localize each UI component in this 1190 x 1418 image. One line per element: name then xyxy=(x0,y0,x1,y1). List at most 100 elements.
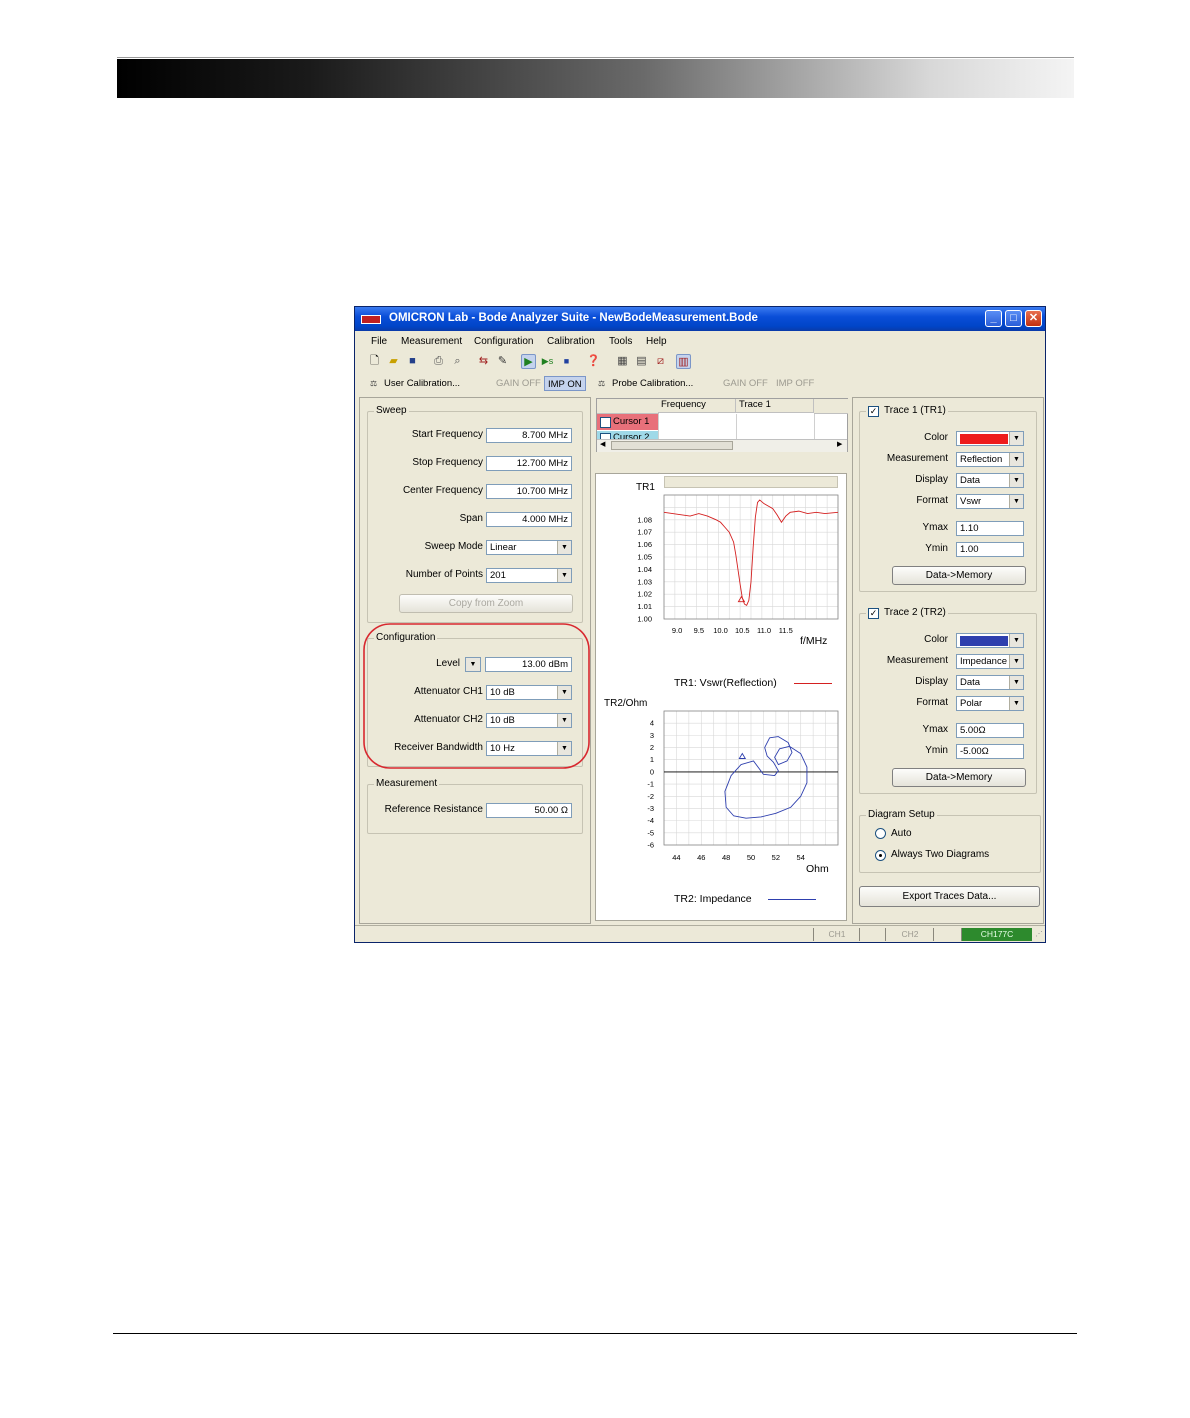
y-tick-label: -6 xyxy=(647,841,654,850)
trace1-checkbox[interactable]: ✓ xyxy=(868,406,879,417)
cursor1-row[interactable]: Cursor 1 xyxy=(597,414,658,430)
status-ch1: CH1 xyxy=(813,928,860,941)
print-icon[interactable]: ⎙ xyxy=(431,354,446,369)
trace2-display-select[interactable]: Data ▼ xyxy=(956,675,1024,690)
calibration-bar: ⚖ User Calibration... GAIN OFF IMP ON ⚖ … xyxy=(355,374,1045,394)
y-tick-label: 1 xyxy=(650,755,654,764)
trace2-color-select[interactable]: ▼ xyxy=(956,633,1024,648)
chevron-down-icon[interactable]: ▼ xyxy=(1009,655,1023,668)
chevron-down-icon[interactable]: ▼ xyxy=(1009,634,1023,647)
horizontal-scrollbar[interactable]: ◀ ▶ xyxy=(597,439,847,452)
chevron-down-icon[interactable]: ▼ xyxy=(1009,697,1023,710)
center-frequency-input[interactable]: 10.700 MHz xyxy=(486,484,572,499)
menu-configuration[interactable]: Configuration xyxy=(474,336,533,347)
chart-icon-2[interactable]: ▥ xyxy=(676,354,691,369)
minimize-icon[interactable]: _ xyxy=(985,310,1002,327)
stop-icon[interactable]: ■ xyxy=(559,354,574,369)
connect-icon[interactable]: ⇆ xyxy=(476,354,491,369)
frequency-column-header[interactable]: Frequency xyxy=(658,399,736,413)
new-file-icon[interactable]: 🗋 xyxy=(367,354,382,369)
scroll-right-icon[interactable]: ▶ xyxy=(837,440,842,448)
auto-radio[interactable] xyxy=(875,828,886,839)
chevron-down-icon[interactable]: ▼ xyxy=(1009,676,1023,689)
user-calibration-button[interactable]: User Calibration... xyxy=(381,376,463,391)
trace2-format-select[interactable]: Polar ▼ xyxy=(956,696,1024,711)
menu-measurement[interactable]: Measurement xyxy=(401,336,462,347)
trace1-data-to-memory-button[interactable]: Data->Memory xyxy=(892,566,1026,585)
trace1-display-value: Data xyxy=(960,475,981,486)
chevron-down-icon[interactable]: ▼ xyxy=(557,569,571,582)
span-input[interactable]: 4.000 MHz xyxy=(486,512,572,527)
menu-file[interactable]: File xyxy=(371,336,387,347)
trace1-ymin-input[interactable]: 1.00 xyxy=(956,542,1024,557)
chevron-down-icon[interactable]: ▼ xyxy=(1009,495,1023,508)
two-diagrams-radio[interactable] xyxy=(875,850,886,861)
measurement-group: Measurement Reference Resistance 50.00 Ω xyxy=(367,778,583,834)
save-icon[interactable]: ■ xyxy=(405,354,420,369)
menu-help[interactable]: Help xyxy=(646,336,667,347)
layout-icon-2[interactable]: ▤ xyxy=(634,354,649,369)
sweep-mode-select[interactable]: Linear ▼ xyxy=(486,540,572,555)
trace1-measurement-select[interactable]: Reflection ▼ xyxy=(956,452,1024,467)
x-axis-label: Ohm xyxy=(806,863,829,875)
cal-icon: ⚖ xyxy=(370,379,378,388)
single-sweep-icon[interactable]: ▶s xyxy=(540,354,555,369)
print-preview-icon[interactable]: ⌕ xyxy=(450,354,465,369)
x-tick-label: 10.0 xyxy=(713,626,728,635)
copy-from-zoom-button[interactable]: Copy from Zoom xyxy=(399,594,573,613)
trace2-ymin-input[interactable]: -5.00Ω xyxy=(956,744,1024,759)
diagram-setup-title: Diagram Setup xyxy=(866,809,937,820)
close-icon[interactable]: ✕ xyxy=(1025,310,1042,327)
gain-off-button-2[interactable]: GAIN OFF xyxy=(720,376,771,391)
x-tick-label: 46 xyxy=(697,853,705,862)
gain-off-button[interactable]: GAIN OFF xyxy=(493,376,544,391)
trace1-format-select[interactable]: Vswr ▼ xyxy=(956,494,1024,509)
help-icon[interactable]: ❓ xyxy=(586,354,601,369)
reference-resistance-input[interactable]: 50.00 Ω xyxy=(486,803,572,818)
x-tick-label: 52 xyxy=(772,853,780,862)
scroll-left-icon[interactable]: ◀ xyxy=(600,440,605,448)
cursor1-checkbox[interactable] xyxy=(600,417,611,428)
chevron-down-icon[interactable]: ▼ xyxy=(557,541,571,554)
title-bar[interactable]: OMICRON Lab - Bode Analyzer Suite - NewB… xyxy=(355,307,1045,331)
menu-calibration[interactable]: Calibration xyxy=(547,336,595,347)
stop-frequency-input[interactable]: 12.700 MHz xyxy=(486,456,572,471)
y-tick-label: 1.07 xyxy=(637,528,652,537)
scroll-thumb[interactable] xyxy=(611,441,733,450)
layout-icon[interactable]: ▦ xyxy=(615,354,630,369)
chevron-down-icon[interactable]: ▼ xyxy=(1009,453,1023,466)
play-icon[interactable]: ▶ xyxy=(521,354,536,369)
trace1-ymax-input[interactable]: 1.10 xyxy=(956,521,1024,536)
wrench-icon[interactable]: ✎ xyxy=(495,354,510,369)
open-folder-icon[interactable]: ▰ xyxy=(386,354,401,369)
imp-on-button[interactable]: IMP ON xyxy=(544,376,586,391)
auto-radio-label[interactable]: Auto xyxy=(891,828,912,839)
menu-tools[interactable]: Tools xyxy=(609,336,632,347)
chart-svg[interactable]: 1.08 1.07 1.06 1.05 1.04 1.03 1.02 1.01 1.00 9.0 9… xyxy=(596,474,846,920)
number-of-points-select[interactable]: 201 ▼ xyxy=(486,568,572,583)
cursor1-label: Cursor 1 xyxy=(613,416,650,427)
trace2-data-to-memory-button[interactable]: Data->Memory xyxy=(892,768,1026,787)
trace1-column-header[interactable]: Trace 1 xyxy=(736,399,814,413)
reference-resistance-label: Reference Resistance xyxy=(384,804,483,815)
probe-calibration-button[interactable]: Probe Calibration... xyxy=(609,376,696,391)
trace2-ymax-input[interactable]: 5.00Ω xyxy=(956,723,1024,738)
chevron-down-icon[interactable]: ▼ xyxy=(1009,474,1023,487)
maximize-icon[interactable]: □ xyxy=(1005,310,1022,327)
marker-triangle-icon xyxy=(737,595,746,603)
center-frequency-label: Center Frequency xyxy=(402,485,483,496)
chevron-down-icon[interactable]: ▼ xyxy=(1009,432,1023,445)
resize-grip-icon[interactable]: ⋰ xyxy=(1035,928,1043,941)
imp-off-button[interactable]: IMP OFF xyxy=(773,376,817,391)
two-diagrams-radio-label[interactable]: Always Two Diagrams xyxy=(891,849,989,860)
trace2-measurement-select[interactable]: Impedance ▼ xyxy=(956,654,1024,669)
start-frequency-label: Start Frequency xyxy=(411,429,483,440)
trace2-checkbox[interactable]: ✓ xyxy=(868,608,879,619)
trace1-display-label: Display xyxy=(915,474,948,485)
start-frequency-input[interactable]: 8.700 MHz xyxy=(486,428,572,443)
trace1-color-select[interactable]: ▼ xyxy=(956,431,1024,446)
y-tick-label: 1.02 xyxy=(637,590,652,599)
trace1-display-select[interactable]: Data ▼ xyxy=(956,473,1024,488)
chart-icon[interactable]: ⧄ xyxy=(653,354,668,369)
export-traces-button[interactable]: Export Traces Data... xyxy=(859,886,1040,907)
